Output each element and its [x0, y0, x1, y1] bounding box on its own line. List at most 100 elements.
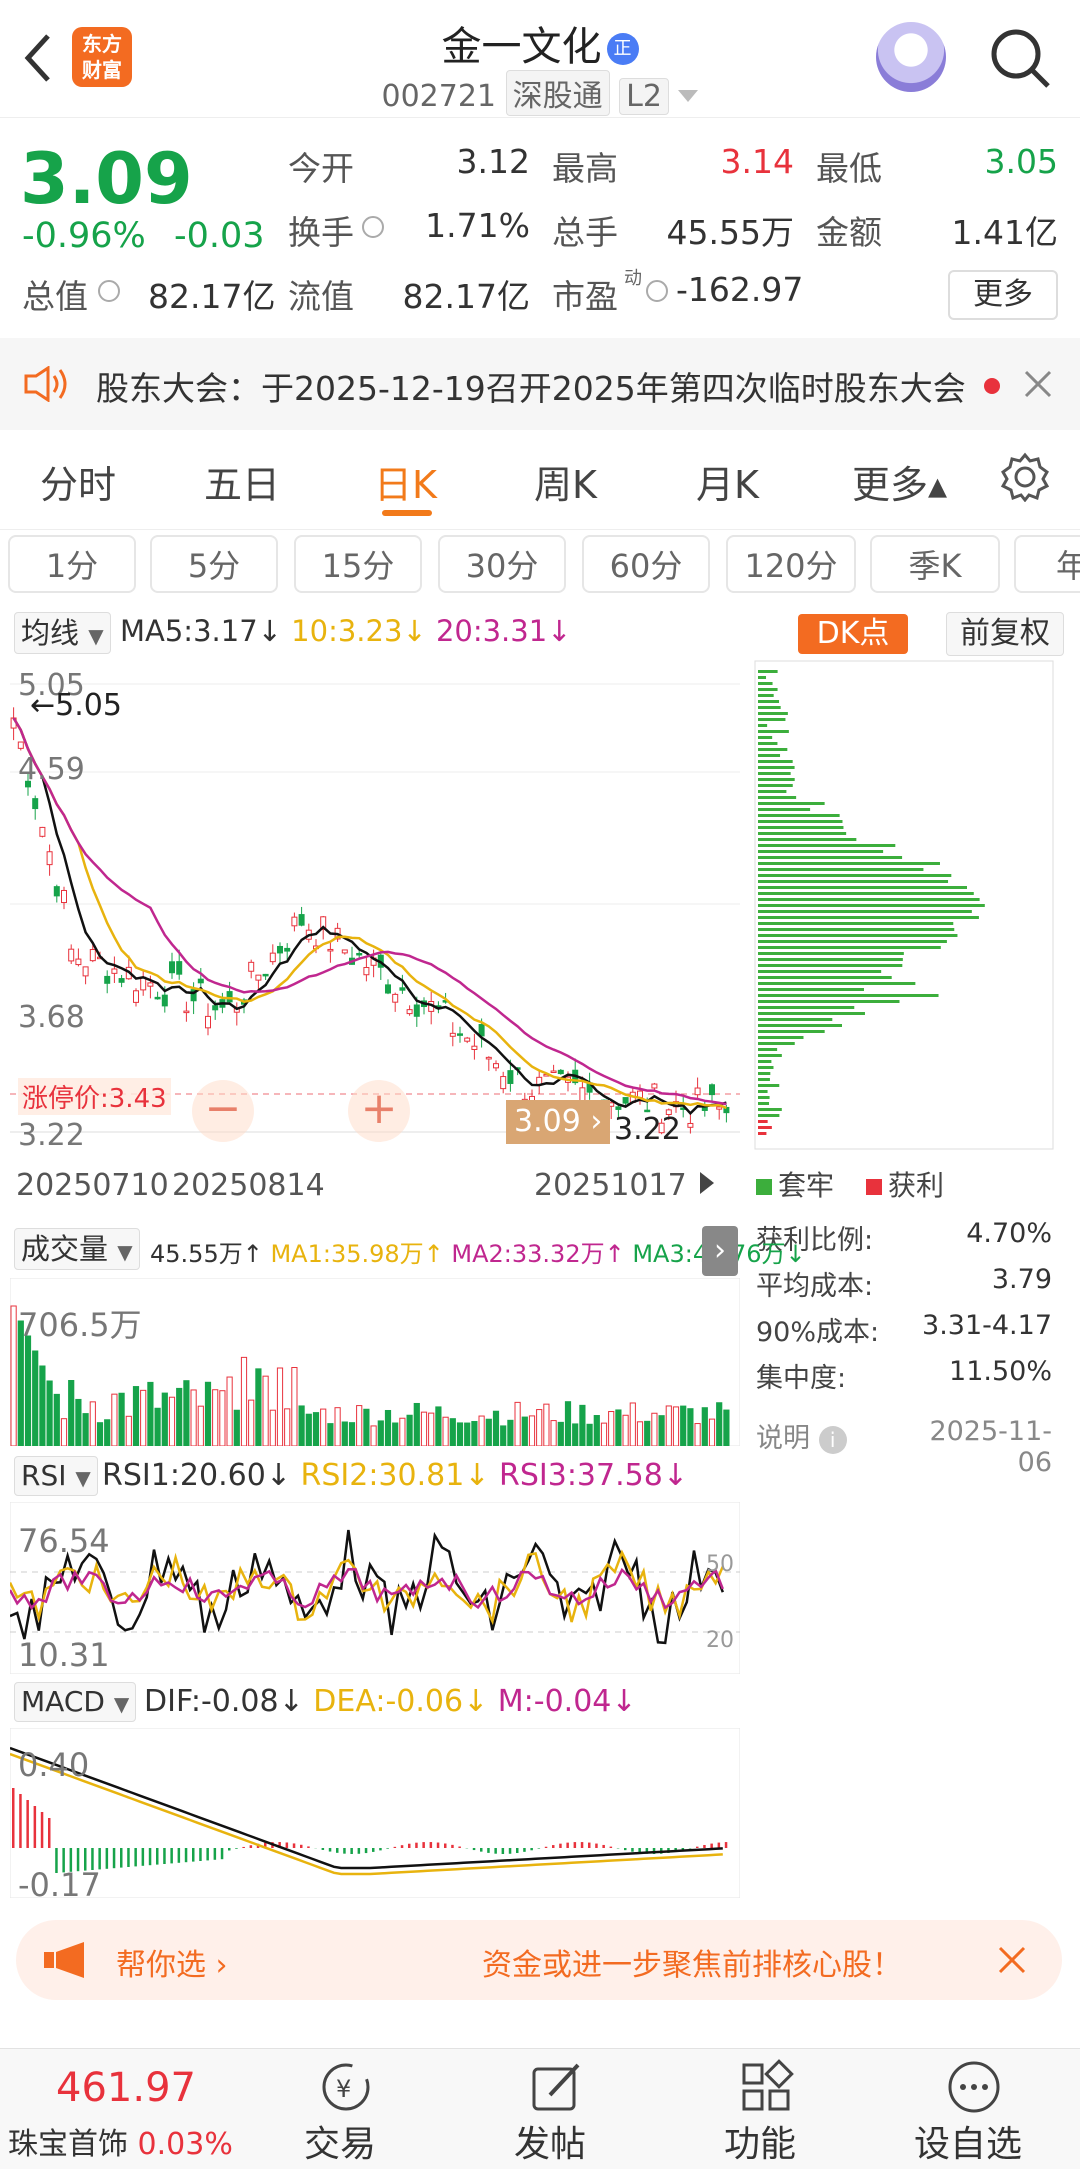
robot-avatar-icon[interactable] [876, 22, 946, 92]
chip-bar [758, 688, 778, 691]
play-icon[interactable] [700, 1172, 714, 1194]
period-60min[interactable]: 60分 [582, 535, 710, 593]
notice-bar[interactable]: 股东大会：于2025-12-19召开2025年第四次临时股东大会 [0, 338, 1080, 430]
chip-bar [758, 1012, 865, 1015]
macd-bar [33, 1806, 37, 1848]
chip-bar [758, 964, 903, 967]
chip-bar [758, 1090, 768, 1093]
candle [82, 966, 89, 977]
volume-bar [305, 1413, 312, 1446]
mktcap-value: 82.17亿 [148, 277, 276, 316]
post-icon[interactable] [528, 2059, 584, 2115]
chip-bar [758, 1042, 795, 1045]
chip-bar [758, 976, 892, 979]
zoom-in-icon[interactable]: + [348, 1080, 410, 1142]
period-30min[interactable]: 30分 [438, 535, 566, 593]
close-icon[interactable] [996, 1944, 1028, 1976]
volume-bar [449, 1418, 456, 1446]
candle [651, 1083, 658, 1089]
macd-selector[interactable]: MACD ▼ [14, 1682, 137, 1722]
macd-bar [148, 1848, 152, 1866]
volume-bar [356, 1405, 363, 1446]
expand-arrow-icon[interactable]: › [702, 1226, 738, 1276]
tab-weekly-k[interactable]: 周K [534, 454, 597, 509]
candle [341, 949, 348, 954]
tab-daily-k[interactable]: 日K [374, 454, 437, 509]
index-name[interactable]: 珠宝首饰 0.03% [8, 2119, 233, 2163]
period-120min[interactable]: 120分 [726, 535, 856, 593]
search-icon[interactable] [988, 26, 1052, 90]
volume-bar [384, 1409, 392, 1446]
chip-bar [758, 862, 940, 865]
info-icon[interactable] [646, 280, 668, 302]
kline-chart[interactable] [10, 660, 740, 1150]
candle [457, 1033, 463, 1036]
info-icon[interactable] [362, 216, 384, 238]
more-button[interactable]: 更多 [948, 270, 1058, 320]
macd-bar [609, 1846, 613, 1848]
chip-bar [758, 682, 773, 685]
tab-intraday[interactable]: 分时 [40, 454, 116, 509]
chip-bar [758, 820, 843, 823]
chip-bar [758, 772, 791, 775]
chip-bar [758, 958, 903, 961]
candle [161, 994, 168, 1007]
volume-bar [154, 1407, 161, 1446]
dk-button[interactable]: DK点 [798, 614, 908, 654]
tab-monthly-k[interactable]: 月K [696, 454, 759, 509]
low-value: 3.05 [984, 142, 1058, 181]
more-dots-icon[interactable] [946, 2059, 1002, 2115]
pe-value: -162.97 [676, 270, 804, 309]
badge-icon: 正 [606, 33, 639, 65]
ma-selector[interactable]: 均线 ▼ [14, 612, 111, 654]
adjust-button[interactable]: 前复权 [946, 612, 1064, 656]
chip-bar [758, 742, 778, 745]
period-15min[interactable]: 15分 [294, 535, 422, 593]
volume-bar [564, 1401, 572, 1446]
post-button[interactable]: 发帖 [514, 2115, 586, 2167]
period-1min[interactable]: 1分 [8, 535, 136, 593]
turnover-label: 换手 [288, 213, 354, 252]
trade-icon[interactable]: ¥ [318, 2059, 374, 2115]
apps-icon[interactable] [738, 2059, 794, 2115]
tab-five-day[interactable]: 五日 [204, 454, 280, 509]
candle [385, 984, 391, 994]
dif-value: DIF:-0.08↓ [144, 1684, 304, 1719]
chip-bar [758, 1000, 900, 1003]
gear-icon[interactable] [1000, 452, 1050, 503]
chip-bar [758, 1114, 780, 1117]
m-value: M:-0.04↓ [497, 1684, 637, 1719]
volume-selector[interactable]: 成交量 ▼ [14, 1228, 140, 1270]
dropdown-icon[interactable] [678, 90, 699, 102]
period-quarter[interactable]: 季K [870, 535, 1000, 593]
volume-bar [161, 1392, 168, 1446]
rsi-selector[interactable]: RSI ▼ [14, 1456, 98, 1496]
macd-bar [40, 1812, 44, 1848]
period-year[interactable]: 年 [1014, 535, 1080, 593]
volume-bar [125, 1415, 132, 1446]
chip-bar [758, 940, 947, 943]
zoom-out-icon[interactable]: − [192, 1080, 254, 1142]
trade-button[interactable]: 交易 [304, 2115, 376, 2167]
macd-bar [696, 1846, 699, 1848]
macd-bar [336, 1848, 339, 1853]
bottom-bar: 461.97 珠宝首饰 0.03% ¥ 交易 发帖 功能 设自选 [0, 2048, 1080, 2169]
chip-stat-value: 3.31-4.17 [922, 1310, 1052, 1341]
chip-note[interactable]: 说明 i [756, 1416, 847, 1455]
promo-banner[interactable]: 帮你选 › 资金或进一步聚焦前排核心股！ [16, 1920, 1062, 2000]
candle [32, 798, 39, 810]
add-watchlist-button[interactable]: 设自选 [914, 2115, 1022, 2167]
info-icon[interactable] [98, 280, 120, 302]
price-tag[interactable]: 3.09 › [506, 1100, 611, 1144]
volume-bar [694, 1423, 701, 1446]
macd-bar [717, 1842, 721, 1848]
close-icon[interactable] [1022, 368, 1054, 400]
period-5min[interactable]: 5分 [150, 535, 278, 593]
macd-bar [105, 1848, 109, 1869]
function-button[interactable]: 功能 [724, 2115, 796, 2167]
volume-bar [572, 1423, 579, 1446]
chip-bar [758, 856, 903, 859]
candle [615, 1106, 622, 1110]
tab-more[interactable]: 更多▴ [852, 454, 947, 509]
index-value[interactable]: 461.97 [56, 2065, 196, 2111]
